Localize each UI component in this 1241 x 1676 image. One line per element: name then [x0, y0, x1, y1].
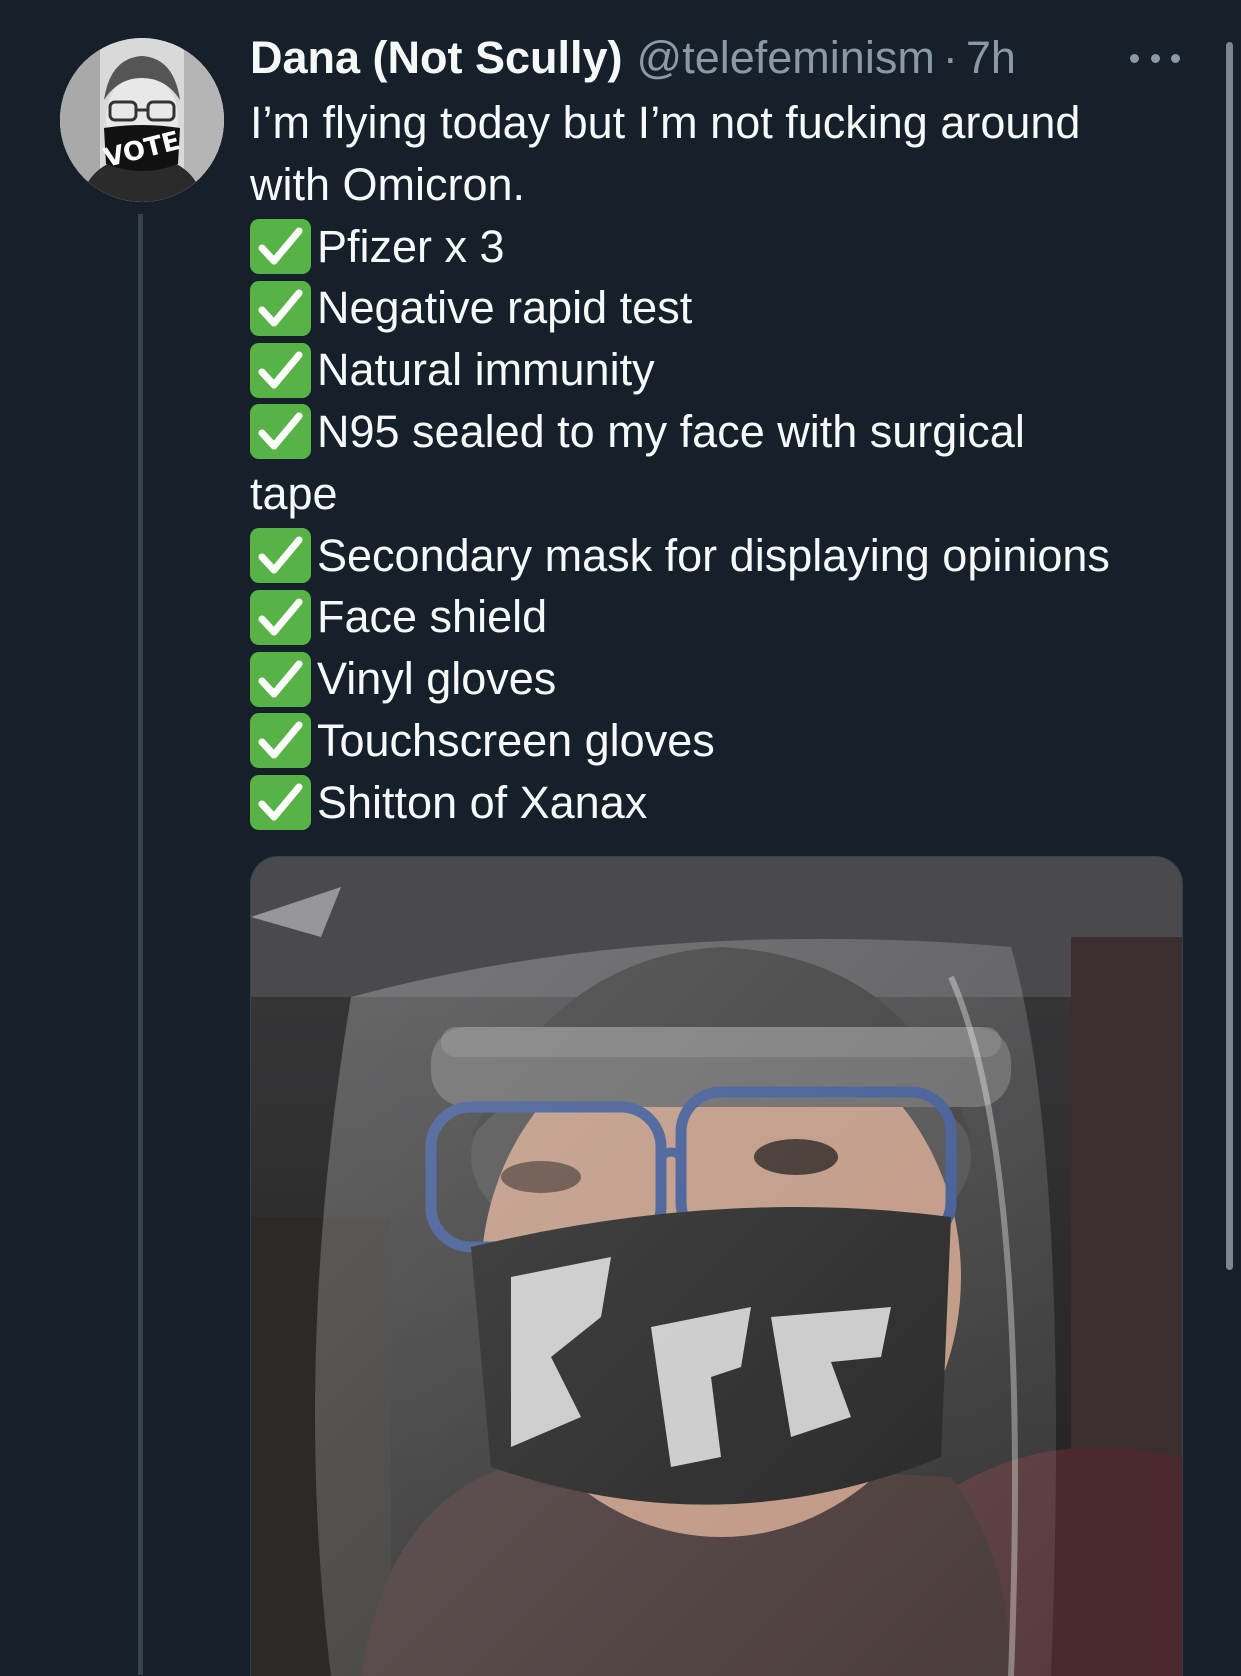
checklist-item: N95 sealed to my face with surgical [250, 401, 1180, 463]
check-mark-icon [250, 775, 311, 831]
display-name[interactable]: Dana (Not Scully) [250, 28, 623, 88]
checklist-label: Pfizer x 3 [317, 220, 505, 272]
checklist-label: Secondary mask for displaying opinions [317, 529, 1110, 581]
selfie-photo [251, 857, 1182, 1676]
checklist-label: Negative rapid test [317, 282, 693, 334]
timestamp[interactable]: 7h [966, 28, 1016, 88]
check-mark-icon [250, 651, 311, 707]
separator-dot: · [942, 32, 958, 83]
check-mark-icon [250, 589, 311, 645]
tweet-text: I’m flying today but I’m not fucking aro… [250, 92, 1180, 834]
tweet-line: tape [250, 467, 338, 519]
more-horizontal-icon [1130, 53, 1139, 63]
checklist-item: Natural immunity [250, 339, 1180, 401]
tweet-line: I’m flying today but I’m not fucking aro… [250, 97, 1081, 148]
tweet-header: Dana (Not Scully) @telefeminism · 7h [250, 28, 1016, 88]
checklist-item: Secondary mask for displaying opinions [250, 525, 1180, 587]
checklist-label: Touchscreen gloves [317, 714, 715, 766]
check-mark-icon [250, 404, 311, 460]
check-mark-icon [250, 527, 311, 583]
checklist-item: Pfizer x 3 [250, 216, 1180, 278]
checklist-label: Natural immunity [317, 344, 655, 396]
tweet-line: with Omicron. [250, 158, 526, 210]
check-mark-icon [250, 713, 311, 769]
checklist-item: Touchscreen gloves [250, 710, 1180, 772]
checklist-item: Face shield [250, 586, 1180, 648]
tweet-photo[interactable] [250, 856, 1183, 1676]
more-options-button[interactable] [1130, 38, 1180, 78]
check-mark-icon [250, 342, 311, 398]
checklist-item: Negative rapid test [250, 277, 1180, 339]
check-mark-icon [250, 280, 311, 336]
avatar-image: VOTE [60, 38, 224, 202]
thread-line [138, 214, 143, 1675]
checklist-label: Shitton of Xanax [317, 776, 648, 828]
check-mark-icon [250, 218, 311, 274]
avatar[interactable]: VOTE [60, 38, 224, 202]
checklist-label: Face shield [317, 591, 548, 643]
checklist-item: Vinyl gloves [250, 648, 1180, 710]
user-handle[interactable]: @telefeminism [637, 28, 935, 88]
scrollbar[interactable] [1226, 42, 1233, 1270]
checklist-item: Shitton of Xanax [250, 772, 1180, 834]
checklist-label: Vinyl gloves [317, 653, 557, 705]
checklist-label: N95 sealed to my face with surgical [317, 405, 1025, 457]
